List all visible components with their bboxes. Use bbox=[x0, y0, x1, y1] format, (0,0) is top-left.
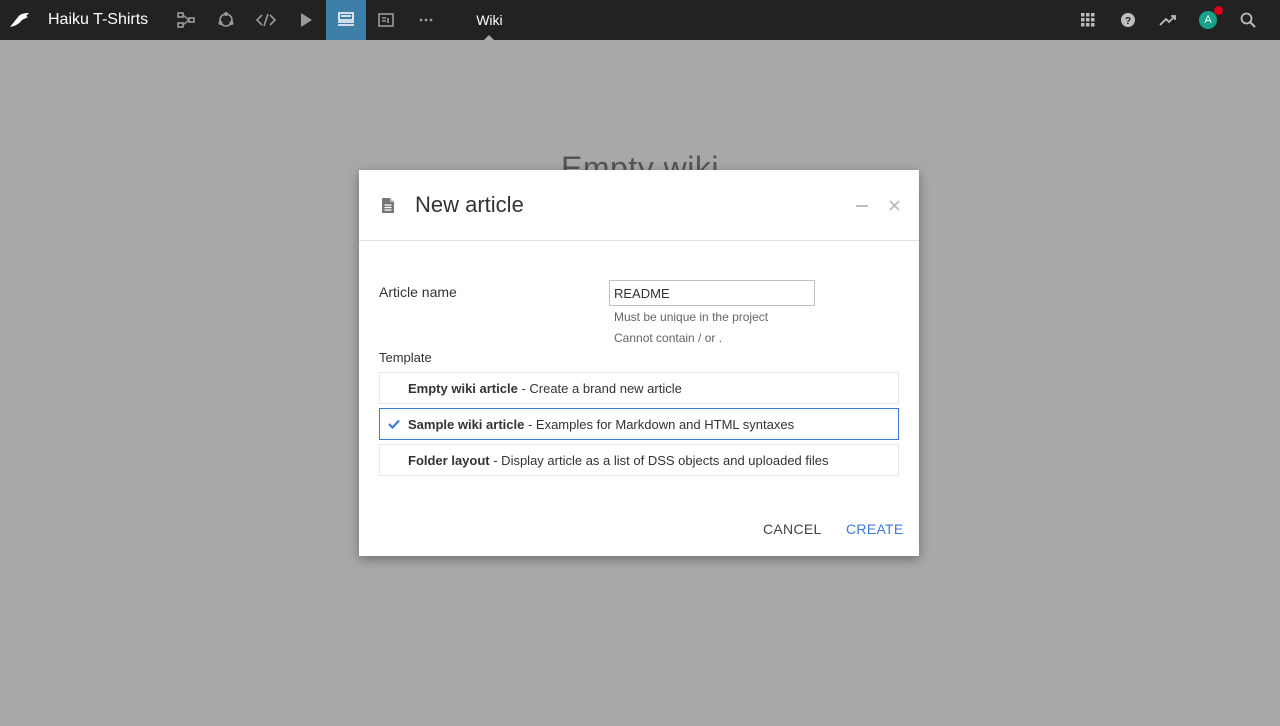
close-icon[interactable] bbox=[887, 199, 901, 213]
article-name-input[interactable] bbox=[609, 280, 815, 306]
template-option-sample[interactable]: Sample wiki article - Examples for Markd… bbox=[379, 408, 899, 440]
template-option-name: Empty wiki article bbox=[408, 380, 518, 396]
tab-wiki-label: Wiki bbox=[476, 12, 503, 28]
user-avatar-button[interactable]: A bbox=[1188, 0, 1228, 40]
help-icon[interactable]: ? bbox=[1108, 0, 1148, 40]
activity-icon[interactable] bbox=[1148, 0, 1188, 40]
article-name-help-unique: Must be unique in the project bbox=[614, 310, 769, 324]
apps-grid-icon[interactable] bbox=[1068, 0, 1108, 40]
code-icon[interactable] bbox=[246, 0, 286, 40]
top-navbar: Haiku T-Shirts Wiki ? A bbox=[0, 0, 1280, 40]
notification-dot bbox=[1214, 6, 1223, 15]
modal-controls bbox=[855, 170, 901, 241]
template-option-description: - Examples for Markdown and HTML syntaxe… bbox=[524, 416, 795, 432]
modal-header: New article bbox=[359, 170, 919, 241]
project-title[interactable]: Haiku T-Shirts bbox=[48, 11, 148, 29]
avatar-letter: A bbox=[1204, 14, 1212, 26]
article-name-help-chars: Cannot contain / or . bbox=[614, 331, 723, 345]
wiki-icon[interactable] bbox=[326, 0, 367, 40]
template-option-folder[interactable]: Folder layout - Display article as a lis… bbox=[379, 444, 899, 476]
template-option-description: - Create a brand new article bbox=[517, 380, 682, 396]
cancel-button[interactable]: CANCEL bbox=[763, 521, 822, 537]
article-name-label: Article name bbox=[379, 284, 457, 300]
run-icon[interactable] bbox=[286, 0, 326, 40]
minimize-icon[interactable] bbox=[855, 199, 869, 213]
search-icon[interactable] bbox=[1228, 0, 1268, 40]
active-tab-caret bbox=[484, 35, 495, 40]
avatar: A bbox=[1199, 6, 1223, 29]
template-option-name: Folder layout bbox=[408, 452, 490, 468]
template-label: Template bbox=[379, 350, 432, 365]
tab-wiki[interactable]: Wiki bbox=[476, 0, 503, 40]
template-option-empty[interactable]: Empty wiki article - Create a brand new … bbox=[379, 372, 899, 404]
template-option-description: - Display article as a list of DSS objec… bbox=[489, 452, 829, 468]
dataiku-logo-icon[interactable] bbox=[0, 0, 40, 40]
flow-icon[interactable] bbox=[166, 0, 206, 40]
create-button[interactable]: CREATE bbox=[846, 521, 904, 537]
checkmark-icon bbox=[380, 419, 408, 429]
modal-title: New article bbox=[415, 192, 524, 217]
more-icon[interactable] bbox=[406, 0, 446, 40]
template-option-name: Sample wiki article bbox=[408, 416, 525, 432]
new-article-modal: New article Article name Must be unique … bbox=[359, 170, 919, 556]
svg-text:?: ? bbox=[1125, 16, 1131, 27]
lab-icon[interactable] bbox=[206, 0, 246, 40]
topbar-right-icons: ? A bbox=[1068, 0, 1268, 40]
document-icon bbox=[380, 196, 396, 214]
dashboard-icon[interactable] bbox=[366, 0, 406, 40]
